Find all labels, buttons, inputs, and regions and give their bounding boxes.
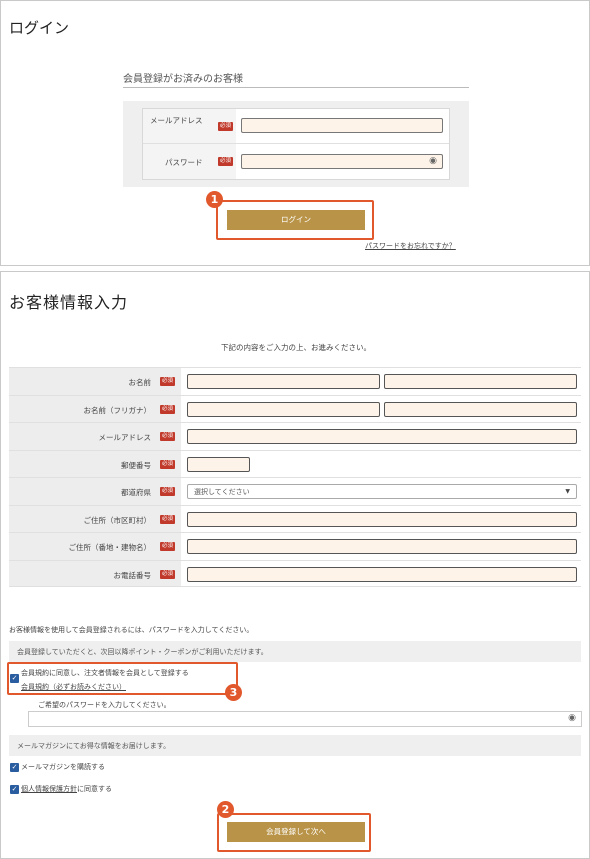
first-name-input[interactable] — [384, 374, 577, 389]
phone-label-cell: お電話番号 必須 — [9, 560, 181, 586]
eye-icon[interactable]: ◉ — [566, 714, 578, 723]
address-label-cell: ご住所（番地・建物名） 必須 — [9, 533, 181, 560]
last-name-input[interactable] — [187, 374, 380, 389]
password-label-cell: パスワード 必須 — [143, 144, 236, 179]
required-badge: 必須 — [159, 514, 175, 524]
privacy-policy-link[interactable]: 個人情報保護方針 — [21, 785, 77, 793]
password-label: パスワード — [165, 158, 203, 167]
required-badge: 必須 — [159, 432, 175, 441]
registration-intro: 下記の内容をご入力の上、お進みください。 — [221, 343, 371, 352]
login-email-input[interactable] — [241, 118, 443, 133]
callout-badge-3: 3 — [225, 684, 242, 701]
member-login-heading: 会員登録がお済みのお客様 — [123, 68, 469, 88]
prefecture-select[interactable]: 選択してください ▼ — [187, 484, 577, 499]
password-prompt: ご希望のパスワードを入力してください。 — [38, 701, 171, 709]
required-badge: 必須 — [159, 377, 175, 386]
phone-label: お電話番号 — [113, 570, 152, 580]
phone-input[interactable] — [187, 566, 577, 582]
required-badge: 必須 — [217, 157, 233, 166]
callout-badge-2: 2 — [217, 801, 234, 818]
prefecture-row: 都道府県 必須 選択してください ▼ — [9, 477, 581, 505]
newsletter-band: メールマガジンにてお得な情報をお届けします。 — [9, 735, 581, 756]
email-row: メールアドレス 必須 — [143, 109, 449, 144]
email-input[interactable] — [187, 429, 577, 444]
callout-badge-1: 1 — [206, 191, 223, 208]
name-kana-label: お名前（フリガナ） — [83, 405, 152, 415]
email-label: メールアドレス — [98, 433, 152, 442]
name-kana-label-cell: お名前（フリガナ） 必須 — [9, 395, 181, 422]
email-label-cell: メールアドレス 必須 — [143, 109, 236, 143]
required-badge: 必須 — [159, 459, 175, 469]
login-password-input[interactable]: ◉ — [241, 154, 443, 169]
prefecture-label: 都道府県 — [121, 488, 151, 497]
register-submit-button[interactable]: 会員登録して次へ — [227, 822, 365, 842]
registration-panel: お客様情報入力 下記の内容をご入力の上、お進みください。 お名前 必須 お名前（… — [0, 271, 590, 859]
login-button[interactable]: ログイン — [227, 210, 365, 230]
callout-highlight-terms — [7, 662, 238, 695]
address-row: ご住所（番地・建物名） 必須 — [9, 532, 581, 560]
required-badge: 必須 — [159, 569, 175, 579]
first-name-kana-input[interactable] — [384, 401, 577, 417]
name-kana-row: お名前（フリガナ） 必須 — [9, 394, 581, 422]
register-password-input[interactable]: ◉ — [28, 711, 582, 727]
login-panel: ログイン 会員登録がお済みのお客様 メールアドレス 必須 パスワード 必須 ◉ — [0, 0, 590, 266]
required-badge: 必須 — [159, 404, 175, 414]
email-label: メールアドレス — [150, 116, 203, 125]
privacy-agree: 個人情報保護方針に同意する — [21, 784, 112, 794]
city-label-cell: ご住所（市区町村） 必須 — [9, 505, 181, 532]
eye-icon[interactable]: ◉ — [427, 157, 439, 166]
registration-title: お客様情報入力 — [9, 293, 129, 312]
city-input[interactable] — [187, 511, 577, 527]
name-label: お名前 — [128, 378, 152, 387]
name-label-cell: お名前 必須 — [9, 368, 181, 395]
privacy-checkbox[interactable]: ✓ — [10, 785, 19, 794]
phone-row: お電話番号 必須 — [9, 559, 581, 587]
postal-row: 郵便番号 必須 — [9, 449, 581, 477]
postal-label-cell: 郵便番号 必須 — [9, 450, 181, 477]
chevron-down-icon: ▼ — [565, 488, 570, 495]
password-note: お客様情報を使用して会員登録されるには、パスワードを入力してください。 — [9, 626, 254, 634]
newsletter-label: メールマガジンを購読する — [21, 763, 105, 771]
postal-code-input[interactable] — [187, 456, 250, 472]
prefecture-select-value: 選択してください — [194, 488, 250, 496]
required-badge: 必須 — [159, 542, 175, 551]
name-row: お名前 必須 — [9, 367, 581, 395]
login-title: ログイン — [9, 19, 70, 37]
postal-label: 郵便番号 — [121, 460, 151, 470]
address-input[interactable] — [187, 539, 577, 554]
address-label: ご住所（番地・建物名） — [68, 543, 152, 552]
email-label-cell: メールアドレス 必須 — [9, 423, 181, 450]
forgot-password-link[interactable]: パスワードをお忘れですか？ — [365, 241, 456, 251]
city-row: ご住所（市区町村） 必須 — [9, 504, 581, 532]
password-row: パスワード 必須 ◉ — [143, 144, 449, 179]
newsletter-checkbox[interactable]: ✓ — [10, 763, 19, 772]
login-form-table: メールアドレス 必須 パスワード 必須 ◉ — [142, 108, 450, 180]
points-info-band: 会員登録していただくと、次回以降ポイント・クーポンがご利用いただけます。 — [9, 641, 581, 662]
email-row: メールアドレス 必須 — [9, 422, 581, 450]
prefecture-label-cell: 都道府県 必須 — [9, 478, 181, 505]
required-badge: 必須 — [159, 487, 175, 496]
required-badge: 必須 — [217, 122, 233, 131]
privacy-suffix: に同意する — [77, 785, 112, 793]
city-label: ご住所（市区町村） — [83, 515, 152, 525]
login-form: メールアドレス 必須 パスワード 必須 ◉ — [123, 101, 469, 187]
last-name-kana-input[interactable] — [187, 401, 380, 417]
